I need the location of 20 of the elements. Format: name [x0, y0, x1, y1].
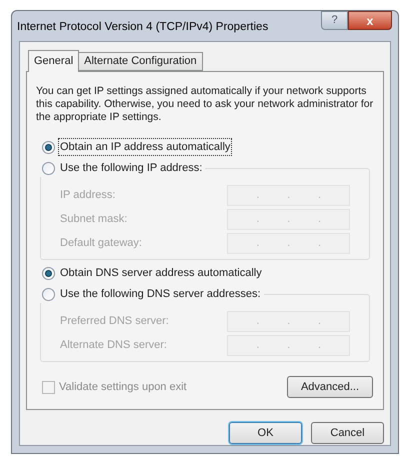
- intro-text: You can get IP settings assigned automatically if your network supports this capability. Otherwise, you need to ask your network administrator for the appropriate IP settings.: [35, 85, 374, 124]
- field-label: Preferred DNS server:: [60, 314, 170, 329]
- help-button[interactable]: ?: [321, 11, 348, 30]
- close-button[interactable]: x: [348, 11, 392, 30]
- advanced-button[interactable]: Advanced...: [287, 376, 373, 398]
- radio-label: Obtain an IP address automatically: [59, 138, 232, 156]
- field-label: IP address:: [60, 188, 116, 203]
- radio-button[interactable]: [42, 288, 55, 300]
- field-label: Default gateway:: [60, 236, 143, 251]
- tab[interactable]: General: [28, 50, 80, 72]
- radio-button[interactable]: [42, 162, 55, 174]
- window-title: Internet Protocol Version 4 (TCP/IPv4) Properties: [17, 20, 268, 35]
- ok-button[interactable]: OK: [229, 422, 302, 444]
- cancel-button[interactable]: Cancel: [311, 422, 384, 444]
- field-label: Subnet mask:: [60, 212, 128, 227]
- tab[interactable]: Alternate Configuration: [79, 52, 203, 71]
- radio-button[interactable]: [42, 140, 55, 154]
- radio-button[interactable]: [42, 266, 55, 280]
- field-label: Alternate DNS server:: [60, 338, 168, 353]
- checkbox-label: Validate settings upon exit: [59, 380, 187, 395]
